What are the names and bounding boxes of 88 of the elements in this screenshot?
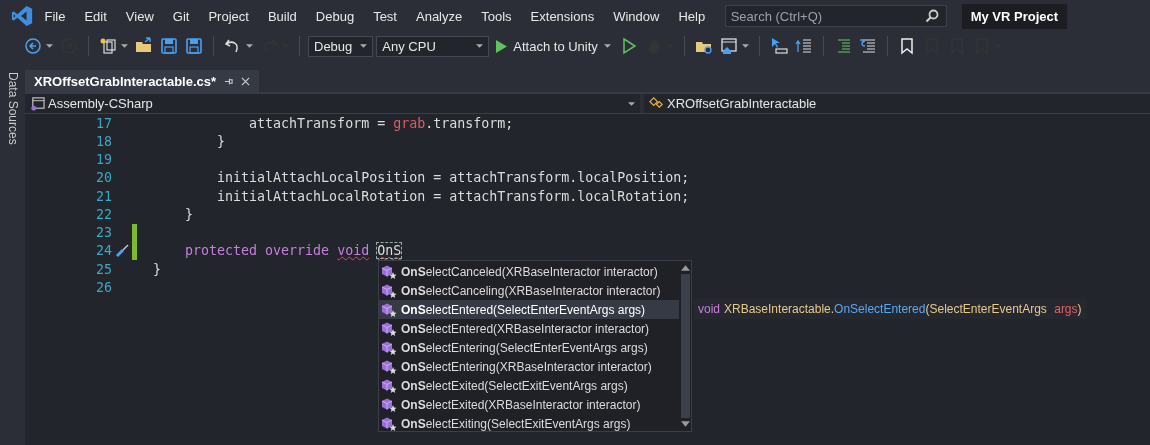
run-button[interactable]: Attach to Unity [492, 38, 615, 54]
code-text: initialAttachLocalPosition = attachTransform.localPosition; [216, 170, 690, 186]
method-icon [381, 301, 397, 318]
line-number: 25 [95, 261, 112, 277]
scroll-down-icon[interactable] [680, 421, 690, 427]
project-dropdown[interactable]: Assembly-CSharp [25, 94, 640, 113]
menu-item[interactable]: File [35, 8, 75, 24]
caret-icon [476, 44, 484, 48]
code-text: grab [393, 115, 426, 131]
caret-icon[interactable] [121, 44, 128, 48]
caret-icon[interactable] [46, 44, 53, 48]
method-icon [381, 320, 397, 337]
line-number: 20 [95, 170, 112, 186]
line-number: 19 [95, 152, 112, 168]
method-icon [381, 339, 397, 356]
menu-item[interactable]: Analyze [406, 8, 472, 24]
method-icon [381, 415, 397, 432]
line-number: 22 [95, 206, 112, 222]
class-icon [649, 96, 664, 111]
line-number: 26 [95, 279, 112, 295]
code-text: .transform; [425, 115, 514, 131]
scrollbar-thumb[interactable] [680, 274, 690, 418]
search-field[interactable]: Search (Ctrl+Q) [724, 5, 947, 27]
code-keyword: void [337, 243, 370, 259]
type-dropdown[interactable]: XROffsetGrabInteractable [644, 94, 1150, 113]
menu-item[interactable]: Window [603, 8, 669, 24]
new-project-icon[interactable] [99, 37, 117, 55]
method-icon [381, 282, 397, 299]
window-icon [30, 96, 45, 111]
menu-item[interactable]: Tools [471, 8, 522, 24]
menu-item[interactable]: Build [258, 8, 307, 24]
menu-item[interactable]: Edit [74, 8, 117, 24]
menu-item[interactable]: Test [363, 8, 407, 24]
method-icon [381, 377, 397, 394]
completion-item[interactable]: OnSelectExited(SelectExitEventArgs args) [379, 376, 679, 395]
project-name: My VR Project [961, 3, 1068, 29]
play-icon [496, 39, 508, 53]
document-tab[interactable]: XROffsetGrabInteractable.cs* [25, 70, 260, 92]
method-icon [381, 263, 397, 280]
menu-item[interactable]: Help [668, 8, 715, 24]
menu-item[interactable]: Debug [306, 8, 364, 24]
save-all-icon[interactable] [185, 37, 203, 55]
code-keyword: protected override [184, 243, 331, 259]
line-number: 17 [95, 115, 112, 131]
completion-item[interactable]: OnSelectEntered(SelectEnterEventArgs args) [379, 300, 679, 319]
open-folder-icon[interactable] [135, 37, 153, 55]
close-icon[interactable] [241, 76, 251, 86]
caret-icon [628, 101, 635, 106]
screwdriver-icon[interactable] [114, 242, 130, 259]
code-text: } [153, 261, 161, 277]
pin-icon[interactable] [224, 76, 234, 86]
line-number: 18 [95, 133, 112, 149]
completion-item[interactable]: OnSelectEntering(XRBaseInteractor interactor) [379, 357, 679, 376]
code-text: initialAttachLocalRotation = attachTransform.localRotation; [216, 188, 690, 204]
outdent-icon[interactable] [858, 37, 877, 55]
save-icon[interactable] [160, 37, 178, 55]
menu-item[interactable]: Git [163, 8, 199, 24]
method-icon [381, 396, 397, 413]
code-text: } [216, 133, 226, 149]
caret-icon[interactable] [741, 44, 749, 48]
line-number: 24 [95, 243, 112, 259]
completion-item[interactable]: OnSelectExiting(SelectExitEventArgs args) [379, 414, 679, 433]
caret-icon[interactable] [246, 44, 253, 48]
pointer-icon[interactable] [769, 37, 788, 55]
typed-text: OnS [377, 243, 402, 259]
scroll-up-icon[interactable] [680, 265, 690, 271]
code-text: attachTransform = [248, 115, 387, 131]
method-icon [381, 358, 397, 375]
configuration-dropdown[interactable]: Debug [308, 35, 374, 57]
caret-icon [603, 44, 611, 48]
caret-icon [360, 44, 368, 48]
menu-item[interactable]: Project [198, 8, 259, 24]
list-arrow-icon[interactable] [794, 37, 813, 55]
completion-item[interactable]: OnSelectCanceling(XRBaseInteractor interactor) [379, 281, 679, 300]
side-panel-tab[interactable]: Data Sources [5, 70, 20, 154]
code-text: } [184, 206, 194, 222]
app-logo-icon [11, 5, 33, 27]
window-home-icon[interactable] [719, 37, 738, 55]
search-icon[interactable] [924, 9, 939, 23]
completion-item[interactable]: OnSelectEntering(SelectEnterEventArgs args) [379, 338, 679, 357]
completion-item[interactable]: OnSelectExited(XRBaseInteractor interactor) [379, 395, 679, 414]
completion-item[interactable]: OnSelectCanceled(XRBaseInteractor interactor) [379, 262, 679, 281]
configuration-dropdown[interactable]: Any CPU [376, 35, 490, 57]
line-number: 23 [95, 225, 112, 241]
line-number: 21 [95, 188, 112, 204]
menu-item[interactable]: Extensions [521, 8, 604, 24]
completion-item[interactable]: OnSelectEntered(XRBaseInteractor interactor) [379, 319, 679, 338]
menu-item[interactable]: View [116, 8, 164, 24]
